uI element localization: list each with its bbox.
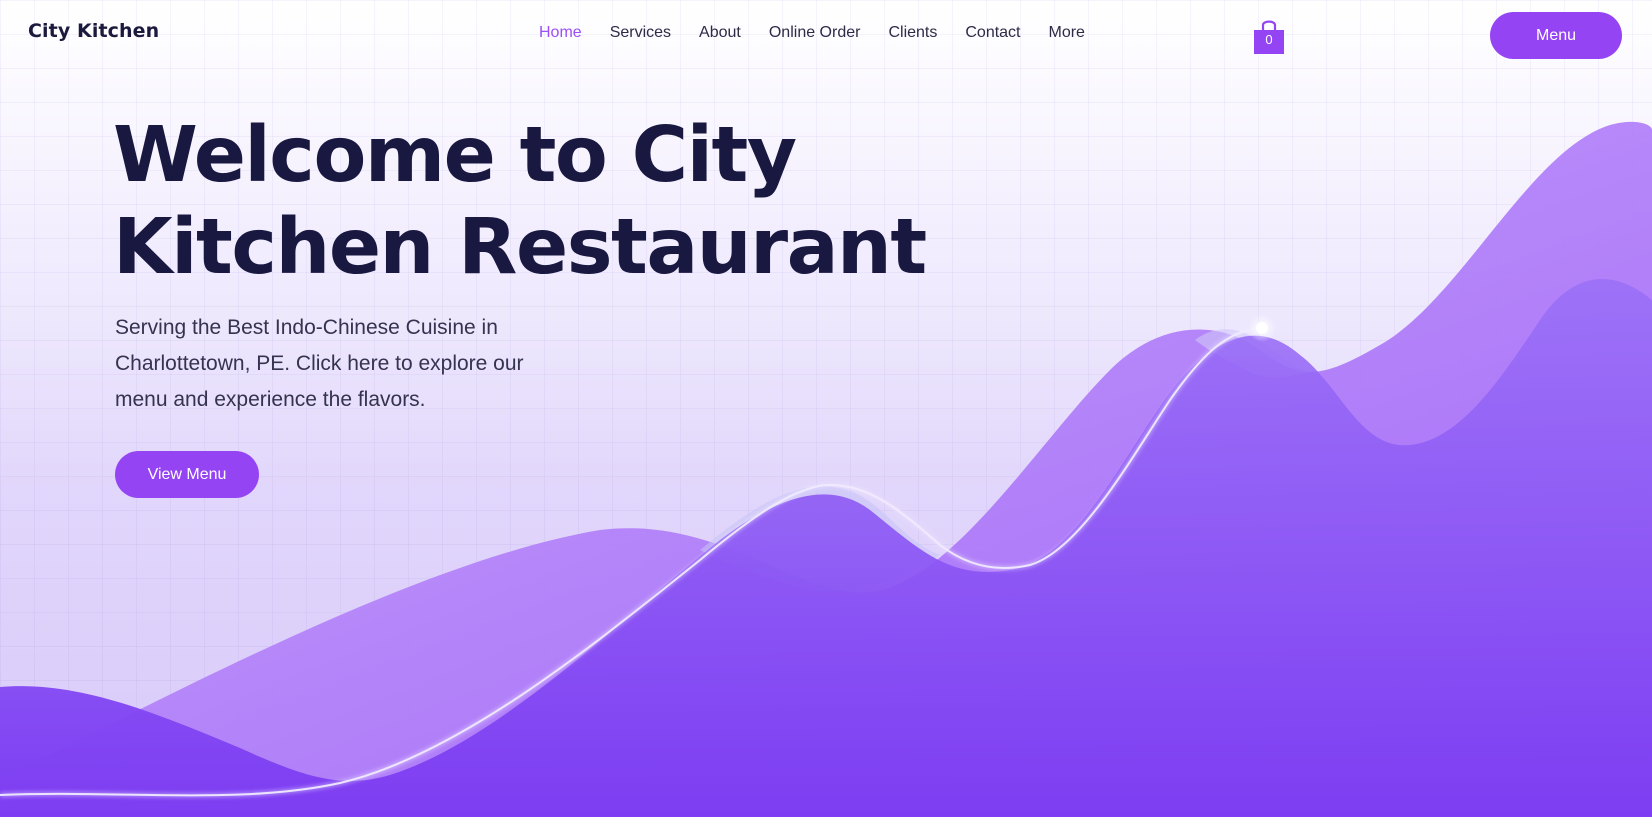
page: City Kitchen Home Services About Online … bbox=[0, 0, 1652, 817]
hero-subtitle: Serving the Best Indo-Chinese Cuisine in… bbox=[115, 316, 524, 411]
nav-item-home[interactable]: Home bbox=[539, 24, 582, 42]
view-menu-button[interactable]: View Menu bbox=[115, 451, 259, 498]
nav-item-clients[interactable]: Clients bbox=[888, 24, 937, 42]
nav-item-more[interactable]: More bbox=[1049, 24, 1085, 42]
hero-title-line-1: Welcome to City bbox=[113, 111, 797, 200]
brand-logo[interactable]: City Kitchen bbox=[28, 20, 159, 42]
menu-button[interactable]: Menu bbox=[1490, 12, 1622, 59]
nav-item-online-order[interactable]: Online Order bbox=[769, 24, 861, 42]
site-header: City Kitchen Home Services About Online … bbox=[0, 0, 1652, 70]
hero-title-line-2: Kitchen Restaurant bbox=[113, 203, 927, 292]
main-nav: Home Services About Online Order Clients… bbox=[539, 24, 1085, 42]
nav-item-contact[interactable]: Contact bbox=[965, 24, 1020, 42]
hero-title: Welcome to City Kitchen Restaurant bbox=[113, 110, 973, 294]
nav-item-services[interactable]: Services bbox=[610, 24, 671, 42]
nav-item-about[interactable]: About bbox=[699, 24, 741, 42]
wave-dot bbox=[1256, 322, 1268, 334]
cart-count: 0 bbox=[1265, 32, 1273, 47]
cart-button[interactable]: 0 bbox=[1253, 16, 1285, 56]
